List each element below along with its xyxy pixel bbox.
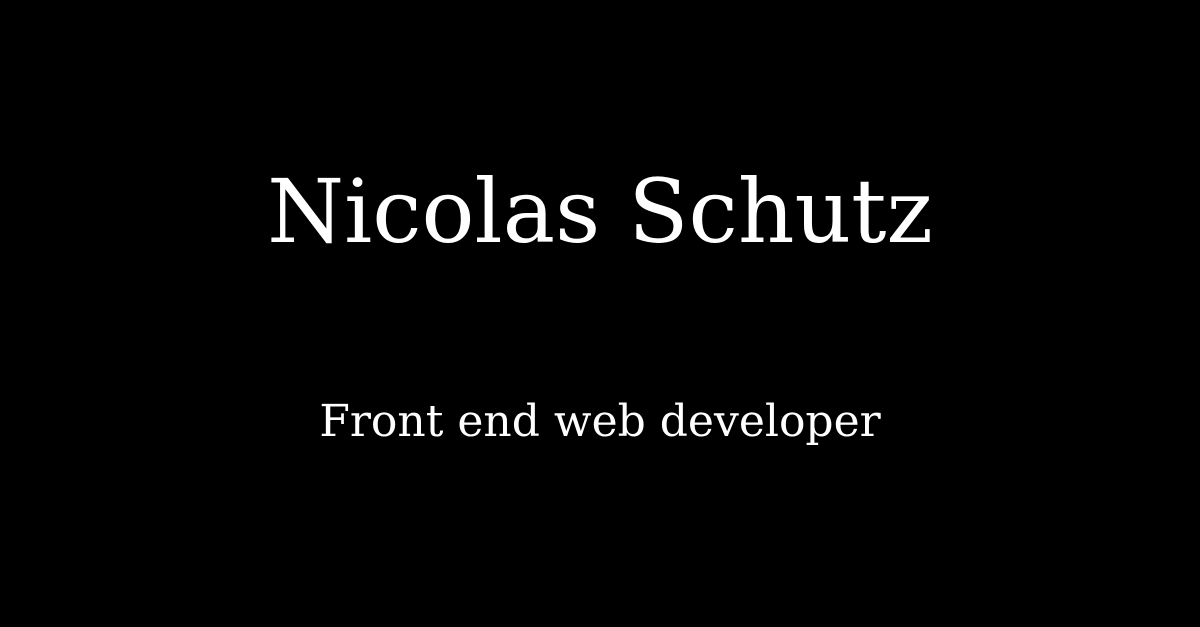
social-preview-card: Nicolas Schutz Front end web developer xyxy=(0,0,1200,627)
person-name: Nicolas Schutz xyxy=(267,160,933,263)
job-title: Front end web developer xyxy=(319,396,881,447)
